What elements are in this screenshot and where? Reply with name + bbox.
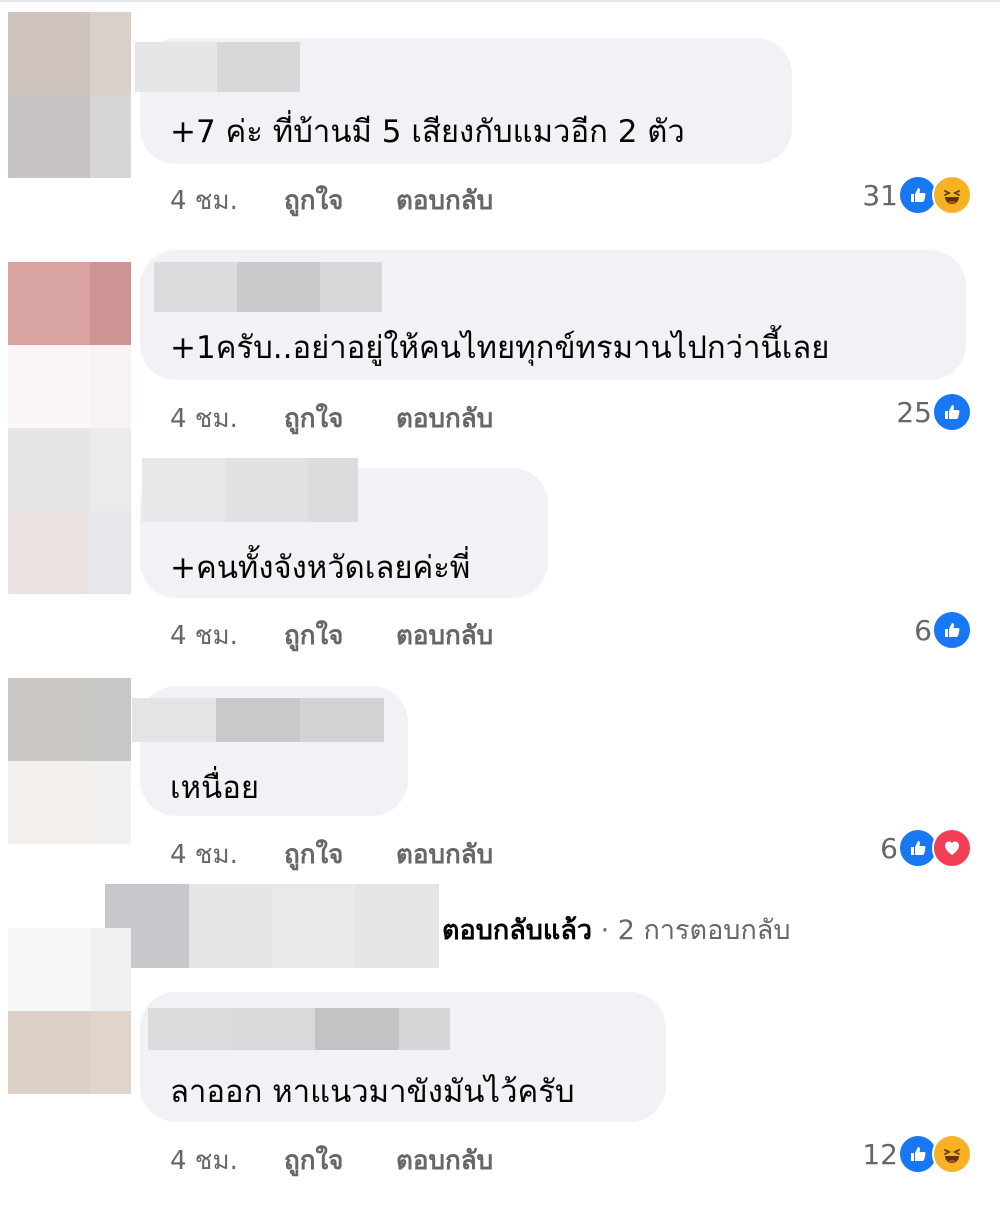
comment-text: +คนทั้งจังหวัดเลยค่ะพี่ — [170, 550, 471, 586]
like-button[interactable]: ถูกใจ — [284, 180, 343, 221]
comment-text: ลาออก หาแนวมาขังมันไว้ครับ — [170, 1074, 575, 1110]
reply-author-redacted — [105, 884, 439, 968]
author-name-redacted[interactable] — [148, 1008, 450, 1050]
author-name-redacted[interactable] — [142, 458, 358, 522]
reaction-count: 12 — [862, 1137, 898, 1171]
comment-text: เหนื่อย — [170, 770, 260, 806]
reply-button[interactable]: ตอบกลับ — [396, 1140, 493, 1181]
reply-count: 2 การตอบกลับ — [617, 915, 791, 946]
reactions[interactable]: 6 — [880, 828, 972, 868]
reaction-count: 6 — [880, 831, 898, 865]
reply-button[interactable]: ตอบกลับ — [396, 398, 493, 439]
avatar[interactable] — [8, 428, 131, 594]
reactions[interactable]: 12 — [862, 1134, 972, 1174]
reply-button[interactable]: ตอบกลับ — [396, 834, 493, 875]
avatar[interactable] — [8, 678, 131, 844]
reaction-count: 6 — [914, 613, 932, 647]
avatar[interactable] — [8, 928, 131, 1094]
replied-label: ตอบกลับแล้ว — [442, 915, 593, 946]
comment-text: +1ครับ..อย่าอยู่ให้คนไทยทุกข์ทรมานไปกว่า… — [170, 330, 830, 366]
reply-button[interactable]: ตอบกลับ — [396, 180, 493, 221]
comment-time[interactable]: 4 ชม. — [170, 398, 238, 439]
avatar[interactable] — [8, 262, 131, 428]
comment-bubble: +1ครับ..อย่าอยู่ให้คนไทยทุกข์ทรมานไปกว่า… — [140, 250, 966, 380]
haha-icon — [932, 1134, 972, 1174]
reactions[interactable]: 31 — [862, 175, 972, 215]
love-icon — [932, 828, 972, 868]
reply-button[interactable]: ตอบกลับ — [396, 615, 493, 656]
view-replies-link[interactable]: ตอบกลับแล้ว · 2 การตอบกลับ — [105, 884, 1000, 968]
replies-summary[interactable]: ตอบกลับแล้ว · 2 การตอบกลับ — [442, 908, 790, 951]
comment-text: +7 ค่ะ ที่บ้านมี 5 เสียงกับแมวอีก 2 ตัว — [170, 114, 685, 150]
comment-bubble: ลาออก หาแนวมาขังมันไว้ครับ — [140, 992, 666, 1122]
comment-time[interactable]: 4 ชม. — [170, 615, 238, 656]
comment-time[interactable]: 4 ชม. — [170, 180, 238, 221]
reaction-count: 25 — [896, 395, 932, 429]
reactions[interactable]: 6 — [914, 610, 972, 650]
reaction-count: 31 — [862, 178, 898, 212]
separator: · — [592, 915, 618, 946]
comment-time[interactable]: 4 ชม. — [170, 834, 238, 875]
avatar[interactable] — [8, 12, 131, 178]
like-button[interactable]: ถูกใจ — [284, 1140, 343, 1181]
haha-icon — [932, 175, 972, 215]
like-button[interactable]: ถูกใจ — [284, 615, 343, 656]
author-name-redacted[interactable] — [135, 42, 300, 92]
comment-bubble: +7 ค่ะ ที่บ้านมี 5 เสียงกับแมวอีก 2 ตัว — [135, 38, 792, 164]
like-icon — [932, 392, 972, 432]
comment-bubble: +คนทั้งจังหวัดเลยค่ะพี่ — [140, 458, 548, 598]
comment-time[interactable]: 4 ชม. — [170, 1140, 238, 1181]
author-name-redacted[interactable] — [154, 262, 382, 312]
like-button[interactable]: ถูกใจ — [284, 834, 343, 875]
like-icon — [932, 610, 972, 650]
author-name-redacted[interactable] — [132, 698, 384, 742]
reactions[interactable]: 25 — [896, 392, 972, 432]
comment-bubble: เหนื่อย — [132, 686, 408, 816]
like-button[interactable]: ถูกใจ — [284, 398, 343, 439]
top-divider — [0, 0, 1000, 2]
